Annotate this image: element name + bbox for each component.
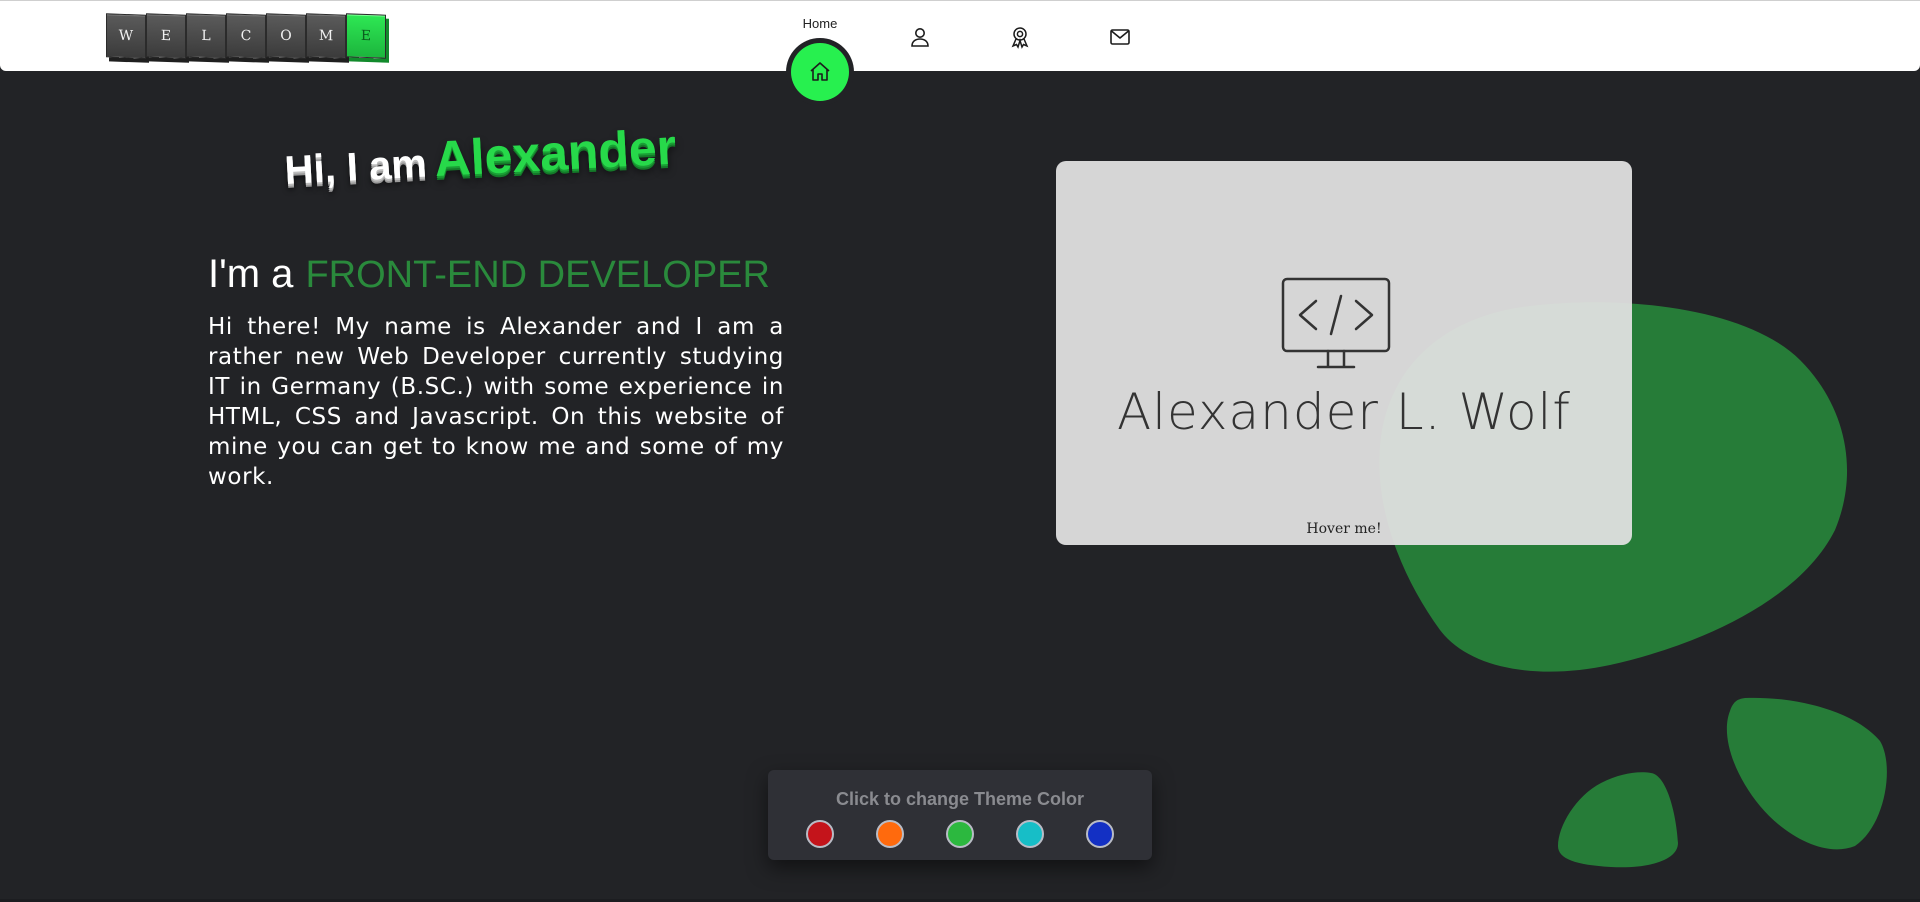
theme-swatch-cyan[interactable] xyxy=(1016,820,1044,848)
logo-key: M xyxy=(306,13,346,59)
theme-title: Click to change Theme Color xyxy=(835,789,1085,809)
profile-card[interactable]: Alexander L. Wolf Hover me! xyxy=(1056,161,1632,545)
decorative-blob-small xyxy=(1726,697,1887,850)
navbar: W E L C O M E Home xyxy=(0,0,1920,106)
nav-label-home: Home xyxy=(802,16,838,31)
user-icon xyxy=(908,25,932,49)
greeting-heading: Hi, I am Alexander xyxy=(283,118,678,196)
role-prefix: I'm a xyxy=(208,252,294,296)
decorative-blob-tiny xyxy=(1558,772,1678,868)
logo-key-active: E xyxy=(346,13,386,59)
theme-swatch-green[interactable] xyxy=(946,820,974,848)
role-title: FRONT-END DEVELOPER xyxy=(305,254,770,296)
hover-hint: Hover me! xyxy=(1306,521,1382,537)
role-heading: I'm a FRONT-END DEVELOPER xyxy=(208,252,770,297)
nav-item-contact[interactable] xyxy=(1070,1,1170,72)
active-indicator xyxy=(786,38,854,106)
theme-swatch-blue[interactable] xyxy=(1086,820,1114,848)
logo-key: E xyxy=(146,13,186,59)
logo-key: W xyxy=(106,13,146,59)
theme-switcher: Click to change Theme Color xyxy=(768,770,1152,860)
logo-key: L xyxy=(186,13,226,59)
nav-item-home[interactable]: Home xyxy=(770,1,870,106)
welcome-logo[interactable]: W E L C O M E xyxy=(106,13,386,59)
nav-menu: Home xyxy=(770,1,1170,106)
mail-icon xyxy=(1108,25,1132,49)
home-icon xyxy=(808,60,832,84)
card-name: Alexander L. Wolf xyxy=(1116,383,1572,441)
nav-item-about[interactable] xyxy=(870,1,970,72)
greeting-name: Alexander xyxy=(433,118,678,188)
theme-swatch-orange[interactable] xyxy=(876,820,904,848)
intro-paragraph: Hi there! My name is Alexander and I am … xyxy=(208,314,784,490)
code-monitor-icon xyxy=(1280,276,1392,376)
theme-swatches xyxy=(806,820,1114,848)
award-icon xyxy=(1008,25,1032,49)
theme-swatch-red[interactable] xyxy=(806,820,834,848)
nav-item-awards[interactable] xyxy=(970,1,1070,72)
logo-key: C xyxy=(226,13,266,59)
logo-key: O xyxy=(266,13,306,59)
greeting-text: Hi, I am xyxy=(283,141,428,194)
